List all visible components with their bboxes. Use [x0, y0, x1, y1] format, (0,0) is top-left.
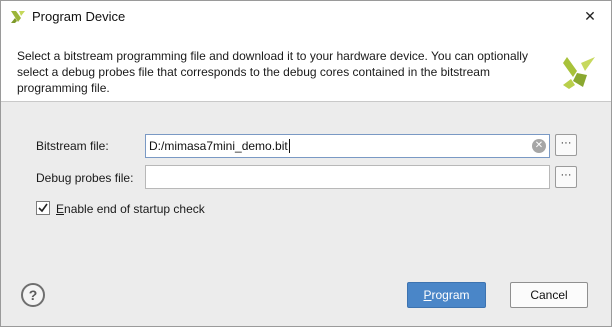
dialog-description: Select a bitstream programming file and …: [17, 49, 528, 95]
help-button[interactable]: ?: [21, 283, 45, 307]
close-button[interactable]: ✕: [576, 4, 604, 28]
checkmark-icon: [38, 203, 48, 213]
title-bar: Program Device ✕: [1, 1, 611, 33]
close-icon: ✕: [584, 7, 596, 24]
startup-check-checkbox[interactable]: [36, 201, 50, 215]
xilinx-brand-logo-icon: [563, 57, 595, 89]
window-title: Program Device: [32, 9, 126, 24]
startup-check-label[interactable]: Enable end of startup check: [56, 202, 205, 216]
bitstream-file-label: Bitstream file:: [36, 139, 109, 153]
debug-probes-file-label: Debug probes file:: [36, 171, 134, 185]
help-icon: ?: [28, 287, 38, 303]
cancel-button[interactable]: Cancel: [510, 282, 588, 308]
bitstream-file-input[interactable]: D:/mimasa7mini_demo.bit ✕: [145, 134, 550, 158]
xilinx-logo-icon: [11, 11, 25, 23]
debug-probes-file-input[interactable]: [145, 165, 550, 189]
clear-icon[interactable]: ✕: [532, 139, 546, 153]
bitstream-file-value: D:/mimasa7mini_demo.bit: [149, 139, 290, 153]
debug-probes-browse-button[interactable]: ···: [555, 166, 577, 188]
program-device-dialog: Program Device ✕ Select a bitstream prog…: [0, 0, 612, 327]
program-button[interactable]: Program: [407, 282, 486, 308]
bitstream-browse-button[interactable]: ···: [555, 134, 577, 156]
dialog-header: Select a bitstream programming file and …: [1, 33, 611, 99]
